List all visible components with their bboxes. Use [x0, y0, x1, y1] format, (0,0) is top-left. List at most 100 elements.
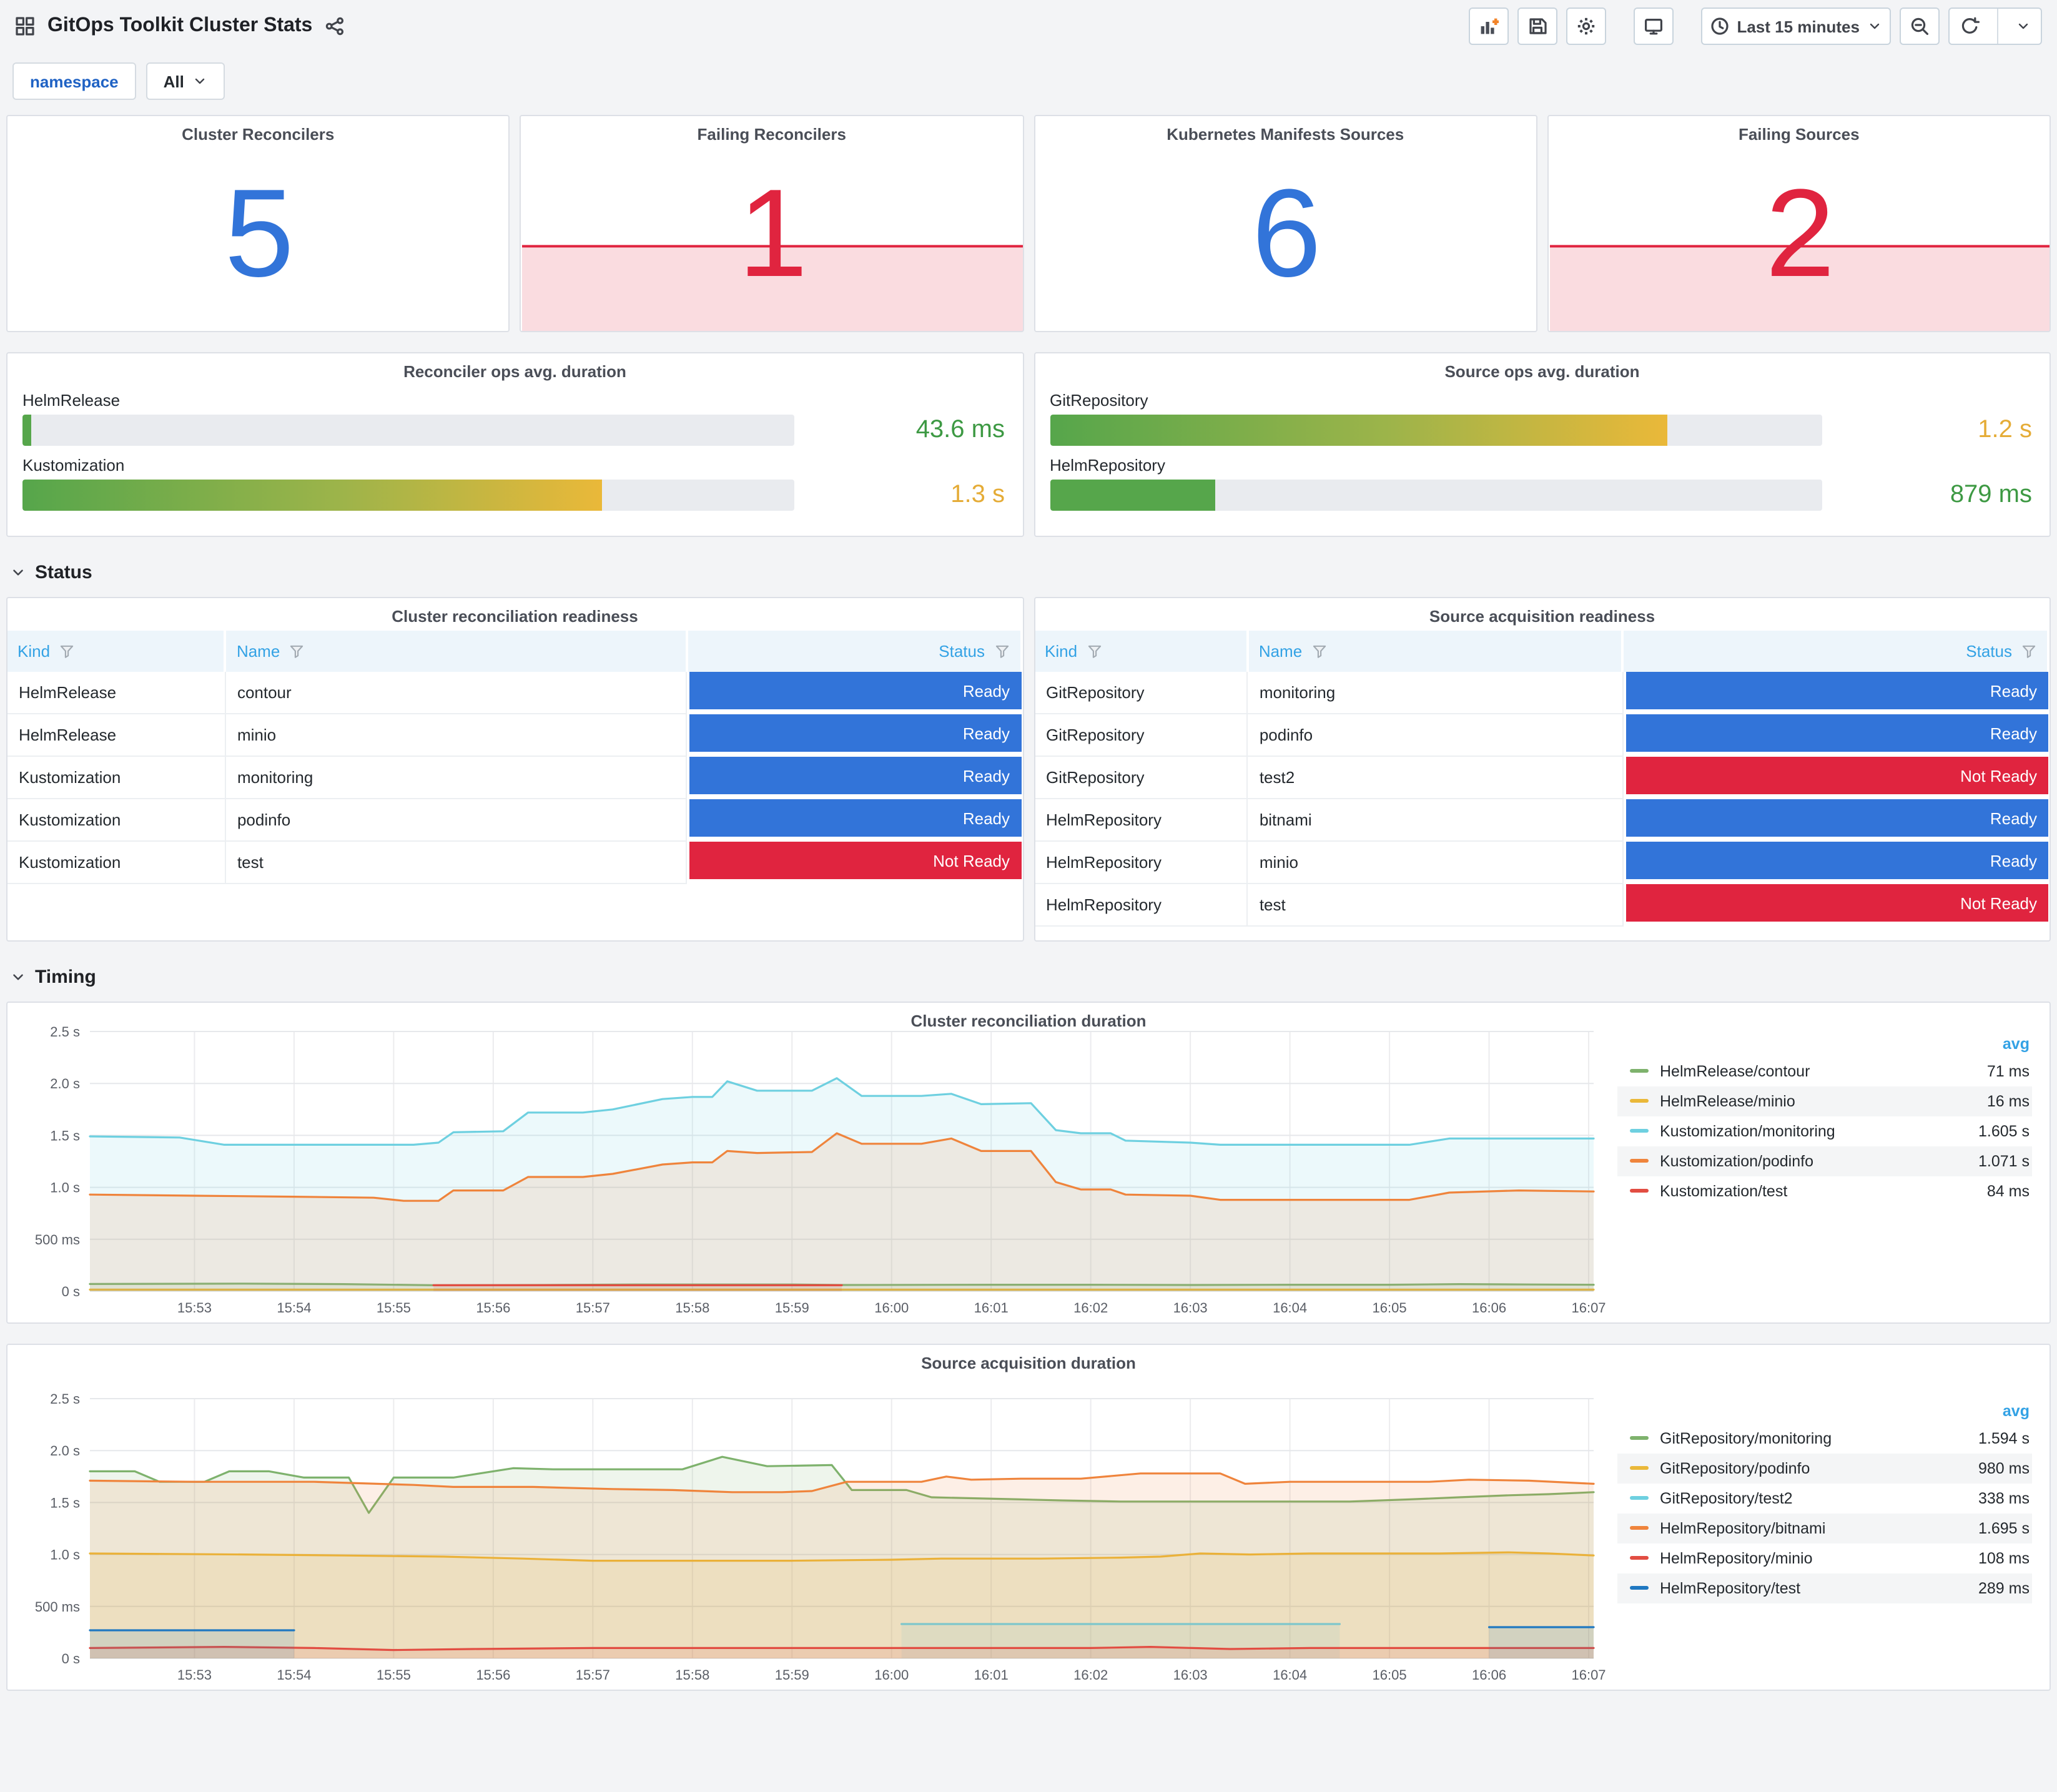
table-row[interactable]: HelmRepository bitnami Ready: [1035, 799, 2048, 842]
chevron-down-icon: [1867, 19, 1882, 34]
column-header-kind[interactable]: Kind: [1035, 631, 1249, 672]
legend-item[interactable]: GitRepository/test2 338 ms: [1617, 1483, 2032, 1513]
series-avg-value: 108 ms: [1978, 1549, 2030, 1567]
column-header-kind[interactable]: Kind: [7, 631, 227, 672]
legend-item[interactable]: GitRepository/podinfo 980 ms: [1617, 1453, 2032, 1483]
section-header-status[interactable]: Status: [10, 557, 2047, 587]
legend-avg-header[interactable]: avg: [1617, 1031, 2032, 1056]
legend-item[interactable]: Kustomization/podinfo 1.071 s: [1617, 1146, 2032, 1176]
series-color-dash: [1630, 1466, 1649, 1470]
filter-icon[interactable]: [994, 643, 1010, 659]
table-panel[interactable]: Cluster reconciliation readiness Kind Na…: [6, 597, 1024, 942]
chevron-down-icon: [193, 74, 208, 89]
table-row[interactable]: HelmRepository minio Ready: [1035, 841, 2048, 884]
svg-text:16:00: 16:00: [874, 1300, 909, 1316]
cell-status: Not Ready: [1622, 756, 2048, 799]
series-avg-value: 1.695 s: [1978, 1519, 2030, 1537]
table-row[interactable]: Kustomization test Not Ready: [7, 841, 1021, 884]
filter-icon[interactable]: [2021, 643, 2037, 659]
legend-item[interactable]: Kustomization/monitoring 1.605 s: [1617, 1116, 2032, 1146]
filter-icon[interactable]: [1311, 643, 1327, 659]
series-name: HelmRelease/minio: [1660, 1092, 1795, 1110]
variable-value: All: [163, 72, 184, 91]
section-header-timing[interactable]: Timing: [10, 962, 2047, 992]
svg-text:0 s: 0 s: [62, 1284, 80, 1299]
filter-icon[interactable]: [59, 643, 75, 659]
apps-grid-icon[interactable]: [15, 16, 35, 36]
table-row[interactable]: HelmRelease minio Ready: [7, 714, 1021, 757]
legend-item[interactable]: HelmRepository/test 289 ms: [1617, 1573, 2032, 1603]
svg-text:500 ms: 500 ms: [35, 1599, 80, 1615]
table-row[interactable]: GitRepository monitoring Ready: [1035, 672, 2048, 714]
legend-item[interactable]: HelmRelease/minio 16 ms: [1617, 1086, 2032, 1116]
column-header-name[interactable]: Name: [225, 631, 688, 672]
svg-text:16:01: 16:01: [974, 1667, 1009, 1683]
svg-text:2.5 s: 2.5 s: [50, 1391, 80, 1407]
table-row[interactable]: HelmRepository test Not Ready: [1035, 884, 2048, 927]
cell-kind: GitRepository: [1035, 756, 1248, 799]
legend-item[interactable]: GitRepository/monitoring 1.594 s: [1617, 1423, 2032, 1453]
gauge-fill: [1050, 480, 1216, 511]
status-badge: Not Ready: [1625, 884, 2048, 922]
cell-kind: HelmRelease: [7, 672, 226, 714]
refresh-icon[interactable]: [1950, 9, 1990, 44]
stat-panel[interactable]: Failing Sources 2: [1547, 115, 2051, 332]
svg-text:16:03: 16:03: [1173, 1667, 1208, 1683]
section-title: Status: [35, 561, 92, 583]
panel-title: Kubernetes Manifests Sources: [1167, 125, 1404, 144]
status-badge: Not Ready: [689, 842, 1021, 879]
readiness-table: Kind Name Status HelmRelease contour Rea…: [7, 631, 1022, 884]
table-row[interactable]: GitRepository podinfo Ready: [1035, 714, 2048, 757]
refresh-button[interactable]: [1948, 7, 2042, 45]
variable-value-dropdown[interactable]: All: [146, 62, 225, 100]
filter-icon[interactable]: [1086, 643, 1102, 659]
legend-item[interactable]: HelmRelease/contour 71 ms: [1617, 1056, 2032, 1086]
series-name: HelmRepository/test: [1660, 1579, 1801, 1597]
filter-icon[interactable]: [289, 643, 305, 659]
panel-title: Source acquisition readiness: [1429, 607, 1655, 626]
charts-area: 0 s 500 ms 1.0 s 1.5 s 2.0 s 2.5 s 15:53 15:54 1…: [0, 1002, 2057, 1691]
stat-panel[interactable]: Failing Reconcilers 1: [520, 115, 1024, 332]
share-alt-icon[interactable]: [325, 16, 345, 36]
time-range-picker[interactable]: Last 15 minutes: [1700, 7, 1891, 45]
svg-text:1.0 s: 1.0 s: [50, 1547, 80, 1563]
table-row[interactable]: GitRepository test2 Not Ready: [1035, 756, 2048, 799]
column-header-status[interactable]: Status: [686, 631, 1022, 672]
gauge-panel[interactable]: Reconciler ops avg. duration HelmRelease…: [6, 352, 1024, 537]
timeseries-panel[interactable]: 0 s 500 ms 1.0 s 1.5 s 2.0 s 2.5 s 15:53 15:54 1…: [6, 1002, 2051, 1324]
gauge-panel[interactable]: Source ops avg. duration GitRepository 1…: [1033, 352, 2051, 537]
series-avg-value: 1.605 s: [1978, 1122, 2030, 1140]
svg-text:16:01: 16:01: [974, 1300, 1009, 1316]
chevron-down-icon[interactable]: [2006, 9, 2041, 44]
tv-mode-button[interactable]: [1633, 7, 1674, 45]
stat-value: 5: [224, 163, 294, 303]
svg-text:16:05: 16:05: [1373, 1300, 1407, 1316]
gauge-label: Kustomization: [22, 456, 125, 475]
legend-avg-header[interactable]: avg: [1617, 1398, 2032, 1423]
timeseries-panel[interactable]: 0 s 500 ms 1.0 s 1.5 s 2.0 s 2.5 s 15:53 15:54 1…: [6, 1344, 2051, 1691]
table-row[interactable]: HelmRelease contour Ready: [7, 672, 1021, 714]
stat-panel[interactable]: Cluster Reconcilers 5: [6, 115, 510, 332]
gauge-row: Kustomization 1.3 s: [22, 456, 1007, 511]
svg-text:15:54: 15:54: [277, 1667, 311, 1683]
variable-label-namespace[interactable]: namespace: [12, 62, 136, 100]
table-row[interactable]: Kustomization monitoring Ready: [7, 756, 1021, 799]
gauge-fill: [1050, 415, 1667, 446]
legend-item[interactable]: HelmRepository/bitnami 1.695 s: [1617, 1513, 2032, 1543]
save-dashboard-button[interactable]: [1517, 7, 1557, 45]
cell-status: Ready: [686, 714, 1021, 756]
table-panel[interactable]: Source acquisition readiness Kind Name S…: [1033, 597, 2051, 942]
cell-name: minio: [1247, 841, 1624, 884]
table-row[interactable]: Kustomization podinfo Ready: [7, 799, 1021, 842]
gauge-track: [1050, 480, 1822, 511]
dashboard-settings-button[interactable]: [1566, 7, 1606, 45]
add-panel-button[interactable]: [1468, 7, 1509, 45]
legend-item[interactable]: HelmRepository/minio 108 ms: [1617, 1543, 2032, 1573]
column-header-name[interactable]: Name: [1247, 631, 1624, 672]
variable-row: namespace All: [0, 52, 2057, 115]
stat-value: 2: [1765, 163, 1835, 303]
zoom-out-button[interactable]: [1900, 7, 1940, 45]
stat-panel[interactable]: Kubernetes Manifests Sources 6: [1033, 115, 1537, 332]
column-header-status[interactable]: Status: [1622, 631, 2050, 672]
legend-item[interactable]: Kustomization/test 84 ms: [1617, 1176, 2032, 1206]
